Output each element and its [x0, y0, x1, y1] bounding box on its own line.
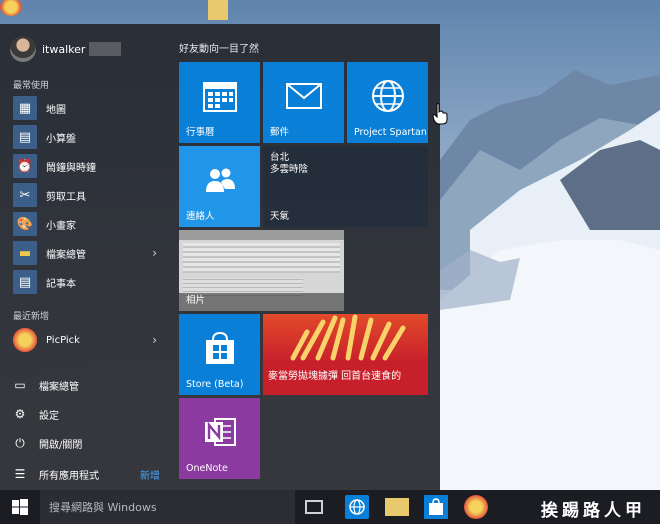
photo-thumb-header	[179, 230, 344, 240]
app-label: 剪取工具	[46, 191, 86, 203]
weather-info: 台北 多雲時陰	[270, 152, 308, 176]
start-menu: itwalker 最常使用 ▦ 地圖 ▤ 小算盤 ⏰ 鬧鐘與時鐘 ✂ 剪取工具 …	[0, 24, 440, 490]
paint-icon: 🎨	[13, 212, 37, 236]
search-box[interactable]: 搜尋網路與 Windows	[40, 490, 295, 524]
folder-outline-icon: ▭	[14, 378, 26, 392]
bottom-label: 檔案總管	[39, 381, 79, 393]
tile-group-title: 好友動向一目了然	[179, 44, 259, 55]
tile-photos[interactable]: 相片	[179, 230, 344, 311]
map-icon: ▦	[13, 96, 37, 120]
app-item-calculator[interactable]: ▤ 小算盤	[13, 125, 163, 149]
bottom-label: 設定	[39, 410, 59, 422]
recently-added-heading: 最近新增	[13, 312, 50, 322]
avatar	[10, 36, 36, 62]
store-icon	[205, 332, 234, 365]
mail-icon	[285, 83, 322, 110]
app-label: 記事本	[46, 278, 76, 290]
taskbar: 搜尋網路與 Windows 挨踢路人甲	[0, 490, 660, 524]
settings-link[interactable]: ⚙ 設定	[13, 404, 168, 424]
app-item-paint[interactable]: 🎨 小畫家	[13, 212, 163, 236]
calculator-icon: ▤	[13, 125, 37, 149]
tile-people[interactable]: 連絡人	[179, 146, 260, 227]
tile-label: Store (Beta)	[186, 379, 244, 390]
power-icon: ⏻	[15, 435, 25, 450]
watermark-text: 挨踢路人甲	[541, 501, 646, 521]
tile-mail[interactable]: 郵件	[263, 62, 344, 143]
tile-label: Project Spartan	[354, 127, 427, 138]
windows-logo-icon	[12, 499, 28, 515]
app-item-map[interactable]: ▦ 地圖	[13, 96, 163, 120]
app-item-explorer[interactable]: ▬ 檔案總管 ›	[13, 241, 163, 265]
app-label: 小算盤	[46, 133, 76, 145]
chevron-right-icon[interactable]: ›	[152, 246, 157, 260]
taskbar-spartan-icon[interactable]	[345, 495, 369, 519]
start-left-pane: itwalker 最常使用 ▦ 地圖 ▤ 小算盤 ⏰ 鬧鐘與時鐘 ✂ 剪取工具 …	[0, 24, 170, 490]
tile-label: 行事曆	[186, 127, 215, 138]
photo-thumb-content	[183, 243, 340, 273]
weather-city: 台北	[270, 152, 290, 163]
taskbar-explorer-icon[interactable]	[385, 498, 409, 516]
start-button[interactable]	[0, 490, 40, 524]
onenote-icon	[204, 418, 236, 447]
app-label: 地圖	[46, 104, 66, 116]
most-used-heading: 最常使用	[13, 81, 50, 91]
user-account[interactable]: itwalker	[10, 36, 122, 62]
hand-cursor-icon	[432, 103, 448, 125]
taskbar-picpick-icon[interactable]	[464, 495, 488, 519]
tile-label: 天氣	[270, 211, 290, 222]
all-apps-link[interactable]: ☰ 所有應用程式 新增	[13, 464, 168, 484]
tile-onenote[interactable]: OneNote	[179, 398, 260, 479]
power-link[interactable]: ⏻ 開啟/關閉	[13, 433, 168, 453]
globe-icon	[371, 80, 404, 113]
picpick-icon	[13, 328, 37, 352]
new-badge: 新增	[140, 470, 160, 482]
calendar-icon	[202, 82, 237, 113]
weather-condition: 多雲時陰	[270, 164, 309, 175]
people-icon	[205, 168, 235, 193]
notepad-icon: ▤	[13, 270, 37, 294]
app-label: PicPick	[46, 334, 80, 346]
tile-label: 連絡人	[186, 211, 215, 222]
app-label: 小畫家	[46, 220, 76, 232]
snipping-tool-icon: ✂	[13, 183, 37, 207]
app-item-snipping[interactable]: ✂ 剪取工具	[13, 183, 163, 207]
alarm-clock-icon: ⏰	[13, 154, 37, 178]
user-name-redaction	[89, 42, 122, 56]
app-item-picpick[interactable]: PicPick ›	[13, 328, 163, 352]
tile-project-spartan[interactable]: Project Spartan	[347, 62, 428, 143]
fries-image	[290, 314, 406, 361]
news-photo	[263, 314, 428, 362]
taskbar-store-icon[interactable]	[424, 495, 448, 519]
app-label: 鬧鐘與時鐘	[46, 162, 96, 174]
file-explorer-link[interactable]: ▭ 檔案總管	[13, 375, 168, 395]
bottom-label: 所有應用程式	[39, 470, 99, 482]
tile-news[interactable]: 麥當勞拋塊據彈 回首台速食的	[263, 314, 428, 395]
desktop-folder-icon[interactable]	[208, 0, 228, 20]
tile-weather[interactable]: 台北 多雲時陰 天氣	[263, 146, 428, 227]
user-name: itwalker	[42, 42, 86, 56]
app-item-notepad[interactable]: ▤ 記事本	[13, 270, 163, 294]
chevron-right-icon[interactable]: ›	[152, 333, 157, 347]
app-label: 檔案總管	[46, 249, 86, 261]
tile-calendar[interactable]: 行事曆	[179, 62, 260, 143]
gear-icon: ⚙	[14, 407, 26, 421]
tile-label: OneNote	[186, 463, 228, 474]
app-item-alarms[interactable]: ⏰ 鬧鐘與時鐘	[13, 154, 163, 178]
all-apps-icon: ☰	[14, 467, 26, 481]
tile-label: 郵件	[270, 127, 290, 138]
bottom-label: 開啟/關閉	[39, 439, 83, 451]
search-placeholder: 搜尋網路與 Windows	[49, 501, 157, 514]
folder-icon: ▬	[13, 241, 37, 265]
tile-label: 相片	[186, 295, 206, 306]
task-view-icon[interactable]	[305, 500, 323, 514]
tile-store[interactable]: Store (Beta)	[179, 314, 260, 395]
news-headline: 麥當勞拋塊據彈 回首台速食的	[268, 371, 402, 382]
